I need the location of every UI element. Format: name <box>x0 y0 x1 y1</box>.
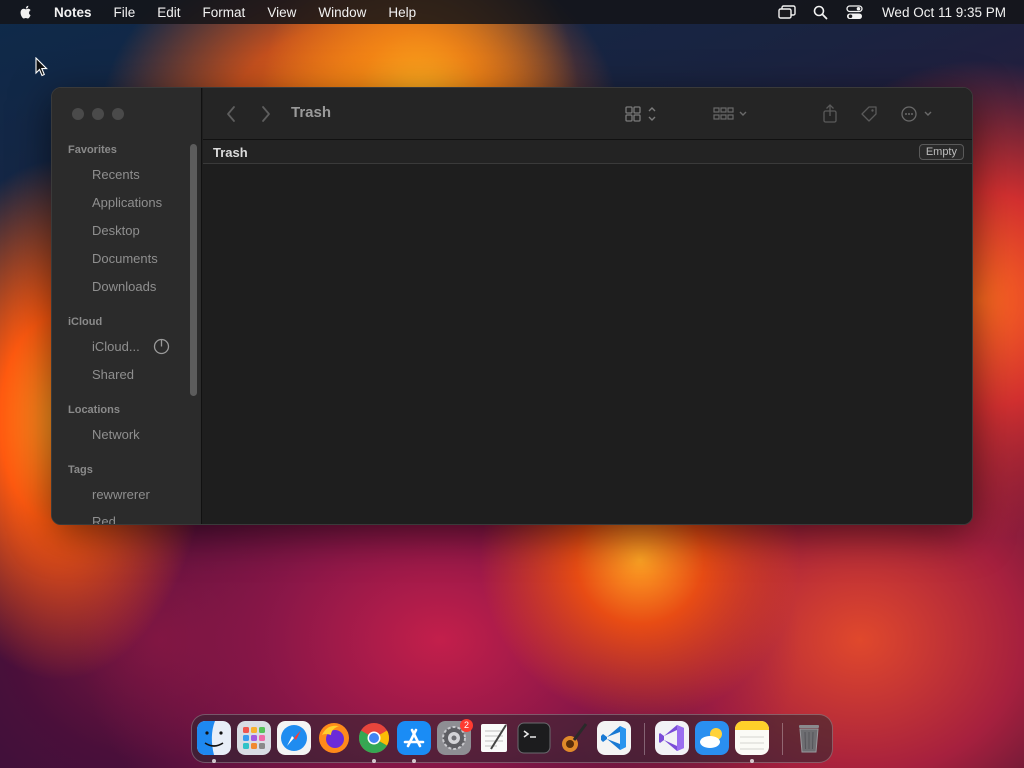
minimize-window-button[interactable] <box>92 108 104 120</box>
spotlight-search-icon[interactable] <box>812 4 830 20</box>
chrome-running-indicator <box>372 759 376 763</box>
visual-studio-icon[interactable] <box>655 721 689 755</box>
trash-header-title: Trash <box>213 145 248 160</box>
forward-chevron-icon[interactable] <box>260 103 272 125</box>
sidebar-scrollbar[interactable] <box>190 144 197 396</box>
mouse-pointer-icon <box>35 57 48 77</box>
textedit-icon[interactable] <box>477 721 511 755</box>
toolbar: Trash <box>203 88 972 140</box>
sidebar-header-icloud: iCloud <box>68 316 103 328</box>
sidebar-item-recents[interactable]: Recents <box>92 167 140 182</box>
sidebar-header-locations: Locations <box>68 404 120 416</box>
sidebar-item-shared[interactable]: Shared <box>92 367 134 382</box>
menu-help[interactable]: Help <box>388 5 416 20</box>
trash-icon[interactable] <box>792 721 826 755</box>
vscode-icon[interactable] <box>597 721 631 755</box>
finder-icon[interactable] <box>197 721 231 755</box>
finder-running-indicator <box>212 759 216 763</box>
window-title: Trash <box>291 104 332 121</box>
tag-icon[interactable] <box>859 103 879 125</box>
menu-window[interactable]: Window <box>318 5 366 20</box>
control-center-icon[interactable] <box>846 4 864 20</box>
menu-clock[interactable]: Wed Oct 11 9:35 PM <box>882 5 1006 20</box>
file-content-area[interactable] <box>203 165 972 524</box>
share-icon[interactable] <box>821 103 839 125</box>
sidebar-item-tag-rewwrerer[interactable]: rewwrerer <box>92 487 150 502</box>
dock-separator-trash <box>782 723 783 755</box>
window-controls <box>72 108 132 120</box>
safari-icon[interactable] <box>277 721 311 755</box>
sidebar: Favorites Recents Applications Desktop D… <box>52 88 202 524</box>
dock: 2 <box>191 714 833 763</box>
sidebar-item-downloads[interactable]: Downloads <box>92 279 156 294</box>
back-chevron-icon[interactable] <box>225 103 237 125</box>
garageband-icon[interactable] <box>557 721 591 755</box>
notes-running-indicator <box>750 759 754 763</box>
app-store-icon[interactable] <box>397 721 431 755</box>
screen-mirroring-icon[interactable] <box>778 4 796 20</box>
sidebar-item-tag-red[interactable]: Red <box>92 514 116 524</box>
group-by-icon[interactable] <box>713 103 749 125</box>
settings-notification-badge: 2 <box>460 719 473 732</box>
status-area: Wed Oct 11 9:35 PM <box>762 4 1014 20</box>
icon-view-toggle-icon[interactable] <box>625 103 659 125</box>
dock-separator <box>644 723 645 755</box>
sidebar-header-tags: Tags <box>68 464 93 476</box>
launchpad-icon[interactable] <box>237 721 271 755</box>
sidebar-item-documents[interactable]: Documents <box>92 251 158 266</box>
path-header: Trash Empty <box>203 140 972 164</box>
menu-edit[interactable]: Edit <box>157 5 180 20</box>
menu-bar: Notes File Edit Format View Window Help … <box>0 0 1024 24</box>
sidebar-header-favorites: Favorites <box>68 144 117 156</box>
menu-format[interactable]: Format <box>203 5 246 20</box>
sync-progress-icon <box>153 338 170 355</box>
apple-logo-icon[interactable] <box>18 4 34 20</box>
chrome-icon[interactable] <box>357 721 391 755</box>
sidebar-item-network[interactable]: Network <box>92 427 140 442</box>
menu-view[interactable]: View <box>267 5 296 20</box>
main-area: Trash Trash Empty <box>203 88 972 524</box>
sidebar-item-desktop[interactable]: Desktop <box>92 223 140 238</box>
terminal-icon[interactable] <box>517 721 551 755</box>
notes-icon[interactable] <box>735 721 769 755</box>
sidebar-item-applications[interactable]: Applications <box>92 195 162 210</box>
app-store-running-indicator <box>412 759 416 763</box>
sidebar-item-icloud-drive[interactable]: iCloud... <box>92 339 140 354</box>
more-actions-icon[interactable] <box>900 103 936 125</box>
close-window-button[interactable] <box>72 108 84 120</box>
empty-trash-button[interactable]: Empty <box>918 144 964 160</box>
firefox-icon[interactable] <box>317 721 351 755</box>
menu-app-name[interactable]: Notes <box>54 5 92 20</box>
menu-file[interactable]: File <box>114 5 136 20</box>
finder-window: Favorites Recents Applications Desktop D… <box>51 87 973 525</box>
weather-icon[interactable] <box>695 721 729 755</box>
zoom-window-button[interactable] <box>112 108 124 120</box>
